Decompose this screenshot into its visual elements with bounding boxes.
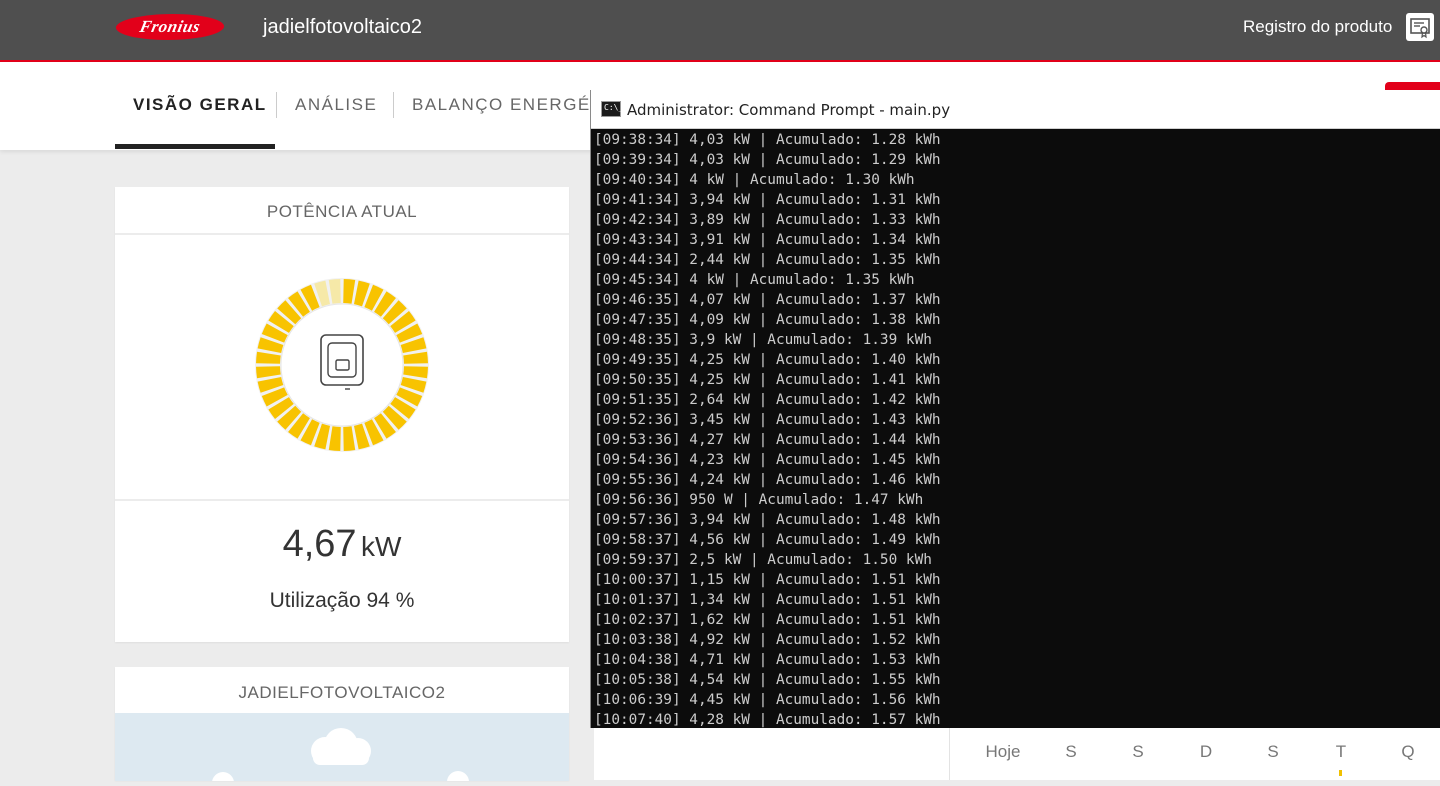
sun-marker bbox=[1339, 770, 1342, 776]
cmd-output-line: [09:53:36] 4,27 kW | Acumulado: 1.44 kWh bbox=[594, 432, 941, 448]
utilization-value: 94 % bbox=[366, 589, 415, 612]
divider bbox=[115, 233, 569, 235]
power-number: 4,67 bbox=[282, 523, 357, 565]
cmd-output-line: [10:00:37] 1,15 kW | Acumulado: 1.51 kWh bbox=[594, 572, 941, 588]
cmd-output-line: [10:03:38] 4,92 kW | Acumulado: 1.52 kWh bbox=[594, 632, 941, 648]
cmd-output-line: [09:44:34] 2,44 kW | Acumulado: 1.35 kWh bbox=[594, 252, 941, 268]
top-bar: Fronius jadielfotovoltaico2 Registro do … bbox=[0, 0, 1440, 62]
site-card-title: JADIELFOTOVOLTAICO2 bbox=[238, 683, 446, 702]
terminal-icon: C:\_ bbox=[601, 101, 623, 117]
active-tab-indicator bbox=[115, 144, 275, 149]
current-power-card: POTÊNCIA ATUAL 4,67 kW Utilização 94 % bbox=[115, 187, 569, 642]
cmd-title: Administrator: Command Prompt - main.py bbox=[627, 101, 951, 119]
site-name: jadielfotovoltaico2 bbox=[263, 16, 422, 38]
cmd-output-line: [10:06:39] 4,45 kW | Acumulado: 1.56 kWh bbox=[594, 692, 941, 708]
cmd-output-line: [09:48:35] 3,9 kW | Acumulado: 1.39 kWh bbox=[594, 332, 932, 348]
cmd-output-line: [09:57:36] 3,94 kW | Acumulado: 1.48 kWh bbox=[594, 512, 941, 528]
certificate-icon[interactable] bbox=[1406, 13, 1434, 41]
divider bbox=[949, 728, 950, 780]
cmd-output[interactable]: [09:38:34] 4,03 kW | Acumulado: 1.28 kWh… bbox=[594, 130, 1439, 728]
tab-divider bbox=[276, 92, 277, 118]
weather-image bbox=[115, 713, 569, 786]
cmd-output-line: [10:01:37] 1,34 kW | Acumulado: 1.51 kWh bbox=[594, 592, 941, 608]
gauge-segments bbox=[255, 278, 429, 452]
power-unit: kW bbox=[360, 531, 402, 562]
cmd-output-line: [09:45:34] 4 kW | Acumulado: 1.35 kWh bbox=[594, 272, 915, 288]
product-registration-link[interactable]: Registro do produto bbox=[1243, 17, 1392, 37]
cmd-output-line: [09:49:35] 4,25 kW | Acumulado: 1.40 kWh bbox=[594, 352, 941, 368]
forecast-day[interactable]: Q bbox=[1388, 742, 1428, 762]
red-accent-tab[interactable] bbox=[1385, 82, 1440, 90]
cloud-icon bbox=[311, 728, 371, 765]
forecast-day[interactable]: D bbox=[1186, 742, 1226, 762]
command-prompt-window[interactable]: C:\_ Administrator: Command Prompt - mai… bbox=[590, 90, 1440, 728]
site-card: JADIELFOTOVOLTAICO2 bbox=[115, 667, 569, 786]
cmd-output-line: [09:55:36] 4,24 kW | Acumulado: 1.46 kWh bbox=[594, 472, 941, 488]
current-power-value: 4,67 kW bbox=[115, 523, 569, 566]
cmd-output-line: [09:47:35] 4,09 kW | Acumulado: 1.38 kWh bbox=[594, 312, 941, 328]
cmd-output-line: [09:56:36] 950 W | Acumulado: 1.47 kWh bbox=[594, 492, 924, 508]
cmd-output-line: [09:52:36] 3,45 kW | Acumulado: 1.43 kWh bbox=[594, 412, 941, 428]
tab-analysis[interactable]: ANÁLISE bbox=[295, 95, 377, 115]
current-power-title: POTÊNCIA ATUAL bbox=[266, 202, 418, 221]
cmd-output-line: [09:51:35] 2,64 kW | Acumulado: 1.42 kWh bbox=[594, 392, 941, 408]
forecast-day-today[interactable]: Hoje bbox=[983, 742, 1023, 762]
cmd-output-line: [09:42:34] 3,89 kW | Acumulado: 1.33 kWh bbox=[594, 212, 941, 228]
cmd-output-line: [10:05:38] 4,54 kW | Acumulado: 1.55 kWh bbox=[594, 672, 941, 688]
cmd-output-line: [10:04:38] 4,71 kW | Acumulado: 1.53 kWh bbox=[594, 652, 941, 668]
cmd-output-line: [09:58:37] 4,56 kW | Acumulado: 1.49 kWh bbox=[594, 532, 941, 548]
cmd-output-line: [09:54:36] 4,23 kW | Acumulado: 1.45 kWh bbox=[594, 452, 941, 468]
tab-divider bbox=[393, 92, 394, 118]
cmd-output-line: [09:40:34] 4 kW | Acumulado: 1.30 kWh bbox=[594, 172, 915, 188]
fronius-logo[interactable]: Fronius bbox=[113, 14, 227, 40]
logo-text: Fronius bbox=[137, 17, 203, 36]
forecast-day[interactable]: S bbox=[1253, 742, 1293, 762]
utilization-label: Utilização bbox=[269, 589, 361, 612]
power-gauge bbox=[255, 278, 429, 452]
forecast-day[interactable]: T bbox=[1321, 742, 1361, 762]
tab-energy-balance[interactable]: BALANÇO ENERGÉT bbox=[412, 95, 603, 115]
cmd-output-line: [09:39:34] 4,03 kW | Acumulado: 1.29 kWh bbox=[594, 152, 941, 168]
cmd-output-line: [10:07:40] 4,28 kW | Acumulado: 1.57 kWh bbox=[594, 712, 941, 728]
cmd-output-line: [09:46:35] 4,07 kW | Acumulado: 1.37 kWh bbox=[594, 292, 941, 308]
cmd-output-line: [09:43:34] 3,91 kW | Acumulado: 1.34 kWh bbox=[594, 232, 941, 248]
cmd-title-bar[interactable]: C:\_ Administrator: Command Prompt - mai… bbox=[591, 90, 1440, 129]
forecast-day[interactable]: S bbox=[1051, 742, 1091, 762]
cmd-output-line: [09:41:34] 3,94 kW | Acumulado: 1.31 kWh bbox=[594, 192, 941, 208]
forecast-strip: Hoje S S D S T Q bbox=[594, 728, 1440, 780]
cmd-output-line: [10:02:37] 1,62 kW | Acumulado: 1.51 kWh bbox=[594, 612, 941, 628]
utilization: Utilização 94 % bbox=[115, 589, 569, 613]
forecast-day[interactable]: S bbox=[1118, 742, 1158, 762]
tab-overview[interactable]: VISÃO GERAL bbox=[133, 95, 267, 115]
cmd-output-line: [09:50:35] 4,25 kW | Acumulado: 1.41 kWh bbox=[594, 372, 941, 388]
cmd-output-line: [09:59:37] 2,5 kW | Acumulado: 1.50 kWh bbox=[594, 552, 932, 568]
divider bbox=[115, 499, 569, 501]
cmd-output-line: [09:38:34] 4,03 kW | Acumulado: 1.28 kWh bbox=[594, 132, 941, 148]
